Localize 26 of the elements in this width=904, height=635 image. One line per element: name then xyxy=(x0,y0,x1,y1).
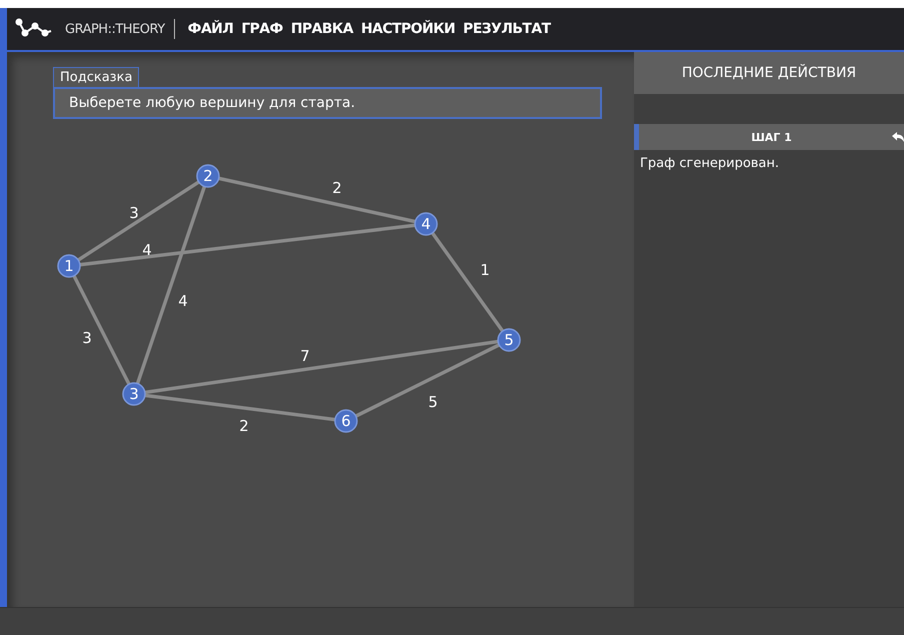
edge-weight-label: 7 xyxy=(300,347,310,366)
hint-message: Выберете любую вершину для старта. xyxy=(53,87,602,119)
edge-weight-label: 4 xyxy=(178,292,188,310)
graph-node[interactable]: 3 xyxy=(122,382,146,406)
graph-node[interactable]: 4 xyxy=(414,212,438,236)
edge-weight-label: 1 xyxy=(480,261,490,280)
edge-weight-label: 4 xyxy=(142,241,152,260)
undo-icon[interactable] xyxy=(892,131,904,143)
edge-weight-label: 2 xyxy=(239,417,249,436)
edge-weight-label: 3 xyxy=(82,329,92,348)
menu-item[interactable]: РЕЗУЛЬТАТ xyxy=(459,21,554,37)
graph-node[interactable]: 2 xyxy=(196,164,220,188)
edge-weight-label: 5 xyxy=(428,393,438,412)
step-title: ШАГ 1 xyxy=(751,130,792,144)
menu-item[interactable]: НАСТРОЙКИ xyxy=(357,21,460,37)
graph-node[interactable]: 6 xyxy=(334,409,358,433)
menu-item[interactable]: ФАЙЛ xyxy=(184,21,238,37)
app-title: GRAPH::THEORY xyxy=(65,22,165,36)
graph-node[interactable]: 5 xyxy=(497,328,521,352)
history-title: ПОСЛЕДНИЕ ДЕЙСТВИЯ xyxy=(634,52,904,94)
graph-node[interactable]: 1 xyxy=(57,254,81,278)
edge-weight-label: 2 xyxy=(332,179,342,198)
edge-weight-label: 3 xyxy=(129,204,139,222)
step-description: Граф сгенерирован. xyxy=(639,155,780,173)
menu-item[interactable]: ГРАФ xyxy=(237,21,287,37)
menu-item[interactable]: ПРАВКА xyxy=(286,21,358,37)
